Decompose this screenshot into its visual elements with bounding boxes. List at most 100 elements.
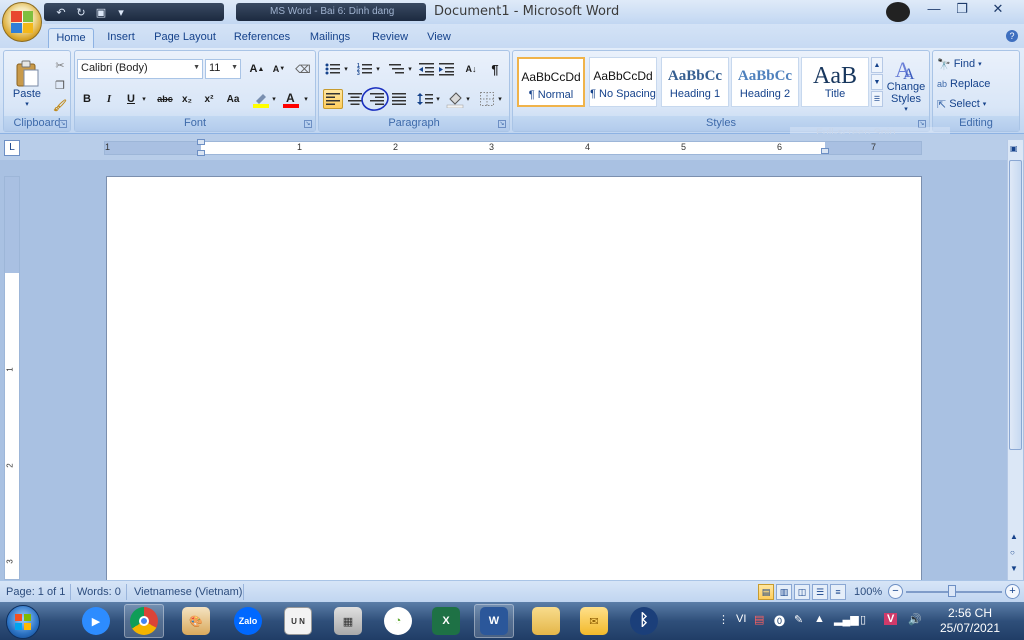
save-icon[interactable]: ▣ <box>94 6 108 19</box>
input-language-indicator[interactable]: VI <box>736 613 746 625</box>
style-heading-2[interactable]: AaBbCc Heading 2 <box>731 57 799 107</box>
shading-icon[interactable] <box>445 89 465 109</box>
pdf-tray-icon[interactable]: ▤ <box>754 613 764 626</box>
first-line-indent-marker[interactable] <box>197 139 205 145</box>
taskbar-outlook[interactable]: ✉ <box>574 604 614 638</box>
tab-home[interactable]: Home <box>48 28 94 48</box>
zoom-slider-thumb[interactable] <box>948 585 956 597</box>
copy-icon[interactable]: ❐ <box>50 75 70 95</box>
maximize-button[interactable]: ❐ <box>948 0 976 18</box>
change-case-button[interactable]: Aa <box>221 89 245 109</box>
customize-qat-icon[interactable]: ▾ <box>114 6 128 19</box>
select-button[interactable]: ⇱ Select ▾ <box>937 95 986 113</box>
start-button[interactable] <box>6 605 40 639</box>
taskbar-explorer[interactable] <box>526 604 566 638</box>
clipboard-launcher-icon[interactable]: ↘ <box>59 120 67 128</box>
system-clock[interactable]: 2:56 CH 25/07/2021 <box>934 606 1006 636</box>
font-name-combo[interactable]: Calibri (Body) ▼ <box>77 59 203 79</box>
word-count-status[interactable]: Words: 0 <box>77 586 121 598</box>
tab-insert[interactable]: Insert <box>100 28 142 48</box>
edit-tray-icon[interactable]: ✎ <box>794 613 803 626</box>
cut-icon[interactable]: ✂ <box>50 55 70 75</box>
web-layout-icon[interactable]: ◫ <box>794 584 810 600</box>
taskbar-bluetooth[interactable]: ᛒ <box>624 604 664 638</box>
shading-dropdown-icon[interactable]: ▾ <box>463 89 473 109</box>
zoom-out-icon[interactable]: − <box>888 584 903 599</box>
borders-icon[interactable] <box>477 89 497 109</box>
style-normal[interactable]: AaBbCcDd ¶ Normal <box>517 57 585 107</box>
style-heading-1[interactable]: AaBbCc Heading 1 <box>661 57 729 107</box>
taskbar-excel[interactable]: X <box>426 604 466 638</box>
underline-button[interactable]: U <box>121 89 141 109</box>
office-button[interactable] <box>2 2 42 42</box>
change-styles-button[interactable]: AA Change Styles ▾ <box>885 55 927 115</box>
replace-button[interactable]: ab Replace <box>937 75 990 93</box>
network-signal-icon[interactable]: ▂▄▆ <box>834 613 859 626</box>
show-hidden-icons[interactable]: ▲ <box>814 613 825 625</box>
taskbar-unikey[interactable]: U N <box>278 604 318 638</box>
paste-button[interactable]: Paste ▾ <box>8 55 46 113</box>
tab-view[interactable]: View <box>422 28 456 48</box>
find-button[interactable]: 🔭 Find ▾ <box>937 55 982 73</box>
close-button[interactable]: ✕ <box>984 0 1012 18</box>
text-highlight-icon[interactable] <box>251 89 271 109</box>
zoom-in-icon[interactable]: + <box>1005 584 1020 599</box>
tab-references[interactable]: References <box>230 28 294 48</box>
style-title[interactable]: AaB Title <box>801 57 869 107</box>
redo-icon[interactable]: ↻ <box>74 6 88 19</box>
minimize-button[interactable]: — <box>920 0 948 18</box>
ruler-toggle-icon[interactable]: ▣ <box>1010 144 1018 153</box>
multilevel-list-icon[interactable] <box>387 59 407 79</box>
show-formatting-marks-icon[interactable]: ¶ <box>485 59 505 79</box>
justify-button[interactable] <box>389 89 409 109</box>
hanging-indent-marker[interactable] <box>197 150 205 156</box>
vertical-scrollbar[interactable]: ▣ ▲ ○ ▼ <box>1007 140 1023 580</box>
highlight-dropdown-icon[interactable]: ▾ <box>269 89 279 109</box>
styles-scroll-down-icon[interactable]: ▼ <box>871 74 883 90</box>
shrink-font-button[interactable]: A ▼ <box>269 59 289 79</box>
tab-mailings[interactable]: Mailings <box>302 28 358 48</box>
strikethrough-button[interactable]: abc <box>153 89 177 109</box>
font-color-dropdown-icon[interactable]: ▾ <box>301 89 311 109</box>
font-launcher-icon[interactable]: ↘ <box>304 120 312 128</box>
tab-selector-icon[interactable]: L <box>4 140 20 156</box>
line-spacing-dropdown-icon[interactable]: ▾ <box>433 89 443 109</box>
print-layout-view-icon[interactable]: ▤ <box>758 584 774 600</box>
horizontal-ruler[interactable]: 1 1 2 3 4 5 6 7 <box>104 141 922 155</box>
subscript-button[interactable]: x₂ <box>177 89 197 109</box>
font-color-icon[interactable]: A <box>281 89 301 109</box>
multilevel-dropdown-icon[interactable]: ▾ <box>405 59 415 79</box>
tab-review[interactable]: Review <box>366 28 414 48</box>
underline-dropdown-icon[interactable]: ▾ <box>139 89 149 109</box>
next-page-icon[interactable]: ▼ <box>1010 564 1018 573</box>
tab-page-layout[interactable]: Page Layout <box>148 28 222 48</box>
align-left-button[interactable] <box>323 89 343 109</box>
full-screen-reading-icon[interactable]: ▥ <box>776 584 792 600</box>
outline-view-icon[interactable]: ☰ <box>812 584 828 600</box>
undo-icon[interactable]: ↶ <box>54 6 68 19</box>
grow-font-button[interactable]: A ▲ <box>247 59 267 79</box>
right-indent-marker[interactable] <box>821 148 829 154</box>
draft-view-icon[interactable]: ≡ <box>830 584 846 600</box>
styles-scroll-up-icon[interactable]: ▲ <box>871 57 883 73</box>
bullets-dropdown-icon[interactable]: ▾ <box>341 59 351 79</box>
zoom-level[interactable]: 100% <box>854 586 882 598</box>
help-tray-icon[interactable]: ⓿ <box>774 613 785 629</box>
decrease-indent-icon[interactable] <box>417 59 437 79</box>
increase-indent-icon[interactable] <box>437 59 457 79</box>
document-page[interactable] <box>106 176 922 586</box>
battery-icon[interactable]: ▯ <box>860 613 866 626</box>
scrollbar-thumb[interactable] <box>1009 160 1022 450</box>
language-status[interactable]: Vietnamese (Vietnam) <box>134 586 242 598</box>
volume-icon[interactable]: 🔊 <box>908 613 922 626</box>
clear-formatting-icon[interactable]: ⌫ <box>293 59 313 79</box>
vivaldi-tray-icon[interactable]: V <box>884 613 898 625</box>
superscript-button[interactable]: x² <box>199 89 219 109</box>
bold-button[interactable]: B <box>77 89 97 109</box>
sort-icon[interactable]: A↓ <box>461 59 481 79</box>
numbering-dropdown-icon[interactable]: ▾ <box>373 59 383 79</box>
help-icon[interactable]: ? <box>1006 30 1018 42</box>
format-painter-icon[interactable]: 🖌 <box>50 95 70 115</box>
bullets-icon[interactable] <box>323 59 343 79</box>
borders-dropdown-icon[interactable]: ▾ <box>495 89 505 109</box>
